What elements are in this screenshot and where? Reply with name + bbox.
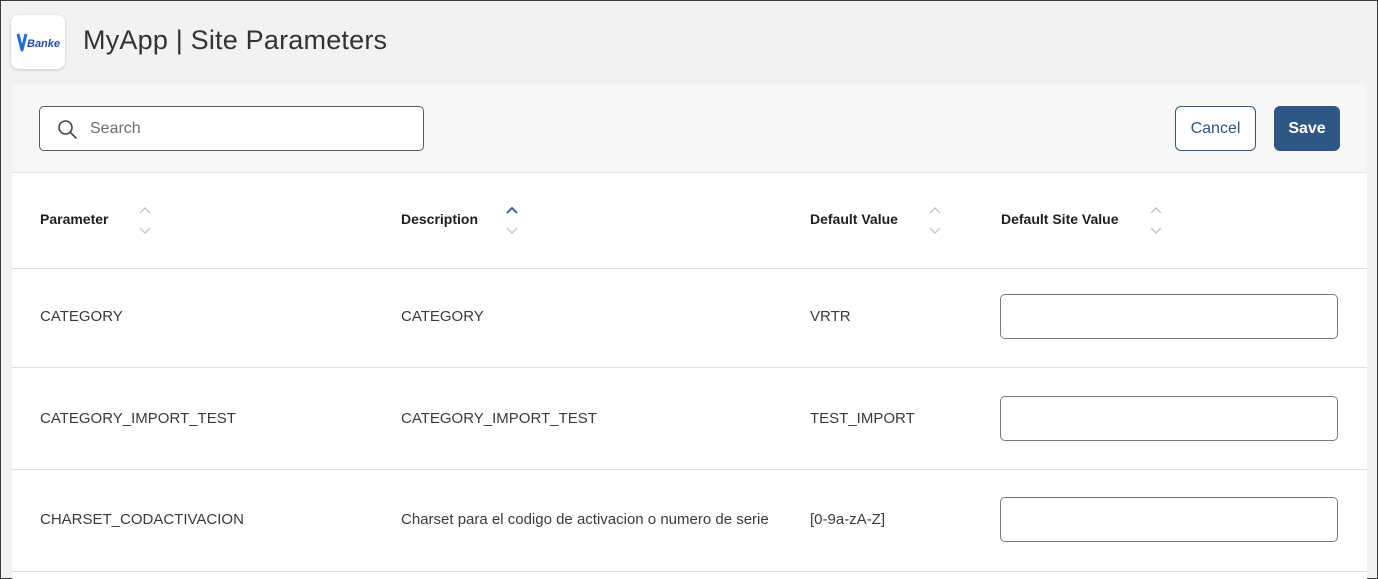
column-header-parameter[interactable]: Parameter <box>40 211 109 227</box>
page-title: MyApp | Site Parameters <box>83 25 388 55</box>
table-row: CHARSET_CODACTIVACION Charset para el co… <box>12 470 1367 572</box>
svg-text:Banked: Banked <box>27 38 60 50</box>
table-header: Parameter Description Default Value Defa… <box>12 174 1367 269</box>
table-row: CATEGORY_IMPORT_TEST CATEGORY_IMPORT_TES… <box>12 368 1367 470</box>
default-site-value-input[interactable] <box>1000 294 1338 339</box>
cell-default-value: TEST_IMPORT <box>810 410 915 427</box>
default-site-value-input[interactable] <box>1000 497 1338 542</box>
cell-parameter: CATEGORY <box>40 308 123 325</box>
cancel-button[interactable]: Cancel <box>1175 106 1256 151</box>
parameters-table: Parameter Description Default Value Defa… <box>12 174 1367 572</box>
column-header-description[interactable]: Description <box>401 211 478 227</box>
search-box[interactable] <box>39 106 424 151</box>
table-row: CATEGORY CATEGORY VRTR <box>12 269 1367 368</box>
parameters-panel: Cancel Save Parameter Description Defaul… <box>12 84 1367 579</box>
cell-description: CATEGORY_IMPORT_TEST <box>401 410 597 427</box>
sort-parameter-icon[interactable] <box>139 206 151 236</box>
search-input[interactable] <box>90 108 410 149</box>
sort-default-value-icon[interactable] <box>929 206 941 236</box>
save-button[interactable]: Save <box>1274 106 1340 151</box>
sort-description-icon[interactable] <box>506 206 518 236</box>
search-icon <box>58 120 77 139</box>
column-header-default-site-value[interactable]: Default Site Value <box>1001 211 1118 227</box>
banked-logo-icon: Banked <box>16 33 60 52</box>
cell-default-value: VRTR <box>810 308 851 325</box>
cell-parameter: CHARSET_CODACTIVACION <box>40 511 244 528</box>
cell-description: Charset para el codigo de activacion o n… <box>401 511 769 528</box>
cell-description: CATEGORY <box>401 308 484 325</box>
toolbar: Cancel Save <box>12 84 1367 173</box>
app-header: Banked MyApp | Site Parameters <box>1 1 1377 84</box>
column-header-default-value[interactable]: Default Value <box>810 211 898 227</box>
default-site-value-input[interactable] <box>1000 396 1338 441</box>
app-logo: Banked <box>11 15 65 69</box>
cell-parameter: CATEGORY_IMPORT_TEST <box>40 410 236 427</box>
cell-default-value: [0-9a-zA-Z] <box>810 511 886 528</box>
sort-default-site-value-icon[interactable] <box>1150 206 1162 236</box>
